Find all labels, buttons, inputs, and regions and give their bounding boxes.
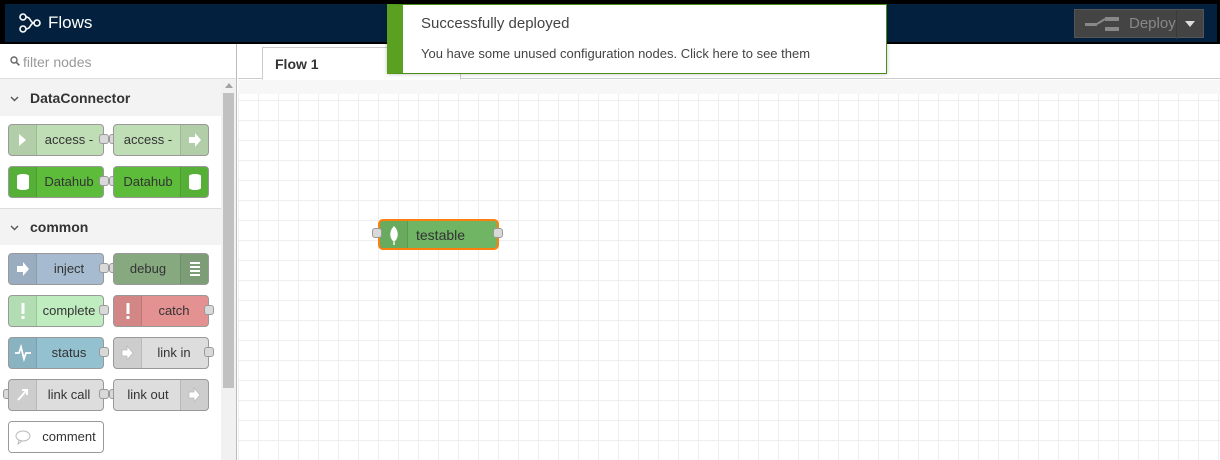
palette-node-access-out[interactable]: access - — [113, 124, 209, 156]
deploy-button[interactable]: Deploy — [1074, 9, 1204, 39]
palette-node-label: complete — [42, 303, 96, 318]
node-output-port — [99, 176, 109, 186]
palette-node-label: link out — [127, 387, 169, 402]
workspace: Flow 1 testable — [238, 44, 1220, 460]
exclamation-icon — [9, 296, 37, 326]
palette-node-catch[interactable]: catch — [113, 295, 209, 327]
palette-node-label: Datahub — [123, 174, 173, 189]
palette-node-link-call[interactable]: link call — [8, 379, 104, 411]
database-icon — [9, 167, 37, 197]
filter-nodes-input[interactable] — [23, 52, 223, 72]
palette-node-access-in[interactable]: access - — [8, 124, 104, 156]
palette-node-comment[interactable]: comment — [8, 421, 104, 453]
palette-node-label: inject — [53, 261, 85, 276]
link-call-icon — [9, 380, 37, 410]
node-output-port — [99, 389, 109, 399]
scrollbar-thumb[interactable] — [223, 93, 234, 388]
node-output-port — [204, 347, 214, 357]
palette-search — [0, 44, 236, 79]
flow-node-testable[interactable]: testable — [378, 219, 499, 250]
search-icon — [10, 56, 20, 66]
pulse-icon — [9, 338, 37, 368]
inject-arrow-icon — [9, 254, 37, 284]
node-output-port — [99, 263, 109, 273]
palette-node-label: debug — [129, 261, 167, 276]
deploy-label: Deploy — [1129, 15, 1176, 32]
flow-node-input-port[interactable] — [372, 228, 382, 238]
palette-node-label: access - — [123, 132, 173, 147]
app-title: Flows — [48, 13, 93, 32]
notification-title: Successfully deployed — [421, 15, 570, 32]
flows-logo-icon — [19, 13, 41, 33]
palette-node-debug[interactable]: debug — [113, 253, 209, 285]
notification-message-link[interactable]: You have some unused configuration nodes… — [421, 46, 810, 61]
palette-node-datahub-out[interactable]: Datahub — [113, 166, 209, 198]
palette-node-link-in[interactable]: link in — [113, 337, 209, 369]
node-output-port — [99, 305, 109, 315]
debug-list-icon — [180, 254, 208, 284]
palette-node-label: catch — [158, 303, 190, 318]
category-header-common[interactable]: common — [0, 209, 221, 245]
comment-icon — [9, 422, 37, 452]
palette-node-link-out[interactable]: link out — [113, 379, 209, 411]
chevron-down-icon — [10, 225, 19, 230]
arrow-in-icon — [9, 125, 37, 155]
node-output-port — [99, 347, 109, 357]
app-logo: Flows — [18, 13, 92, 33]
category-header-dataconnector[interactable]: DataConnector — [0, 80, 221, 116]
node-output-port — [204, 305, 214, 315]
palette-node-label: link call — [47, 387, 91, 402]
node-palette: DataConnector access - access - Datahub — [0, 44, 237, 460]
palette-category-list: DataConnector access - access - Datahub — [0, 80, 221, 460]
category-label: DataConnector — [30, 90, 131, 106]
palette-node-label: status — [51, 345, 87, 360]
deploy-icon — [1085, 16, 1119, 31]
scroll-up-arrow-icon[interactable] — [225, 83, 233, 88]
deploy-separator — [1176, 10, 1177, 39]
flow-node-label: testable — [416, 227, 466, 243]
deploy-menu-caret-icon[interactable] — [1185, 21, 1195, 27]
palette-scrollbar[interactable] — [221, 80, 236, 460]
link-out-icon — [180, 380, 208, 410]
node-output-port — [99, 134, 109, 144]
deploy-notification[interactable]: Successfully deployed You have some unus… — [387, 4, 887, 74]
palette-node-label: comment — [42, 429, 96, 444]
palette-node-complete[interactable]: complete — [8, 295, 104, 327]
link-in-icon — [114, 338, 142, 368]
exclamation-icon — [114, 296, 142, 326]
leaf-icon — [380, 221, 408, 248]
category-label: common — [30, 219, 89, 235]
palette-node-datahub-in[interactable]: Datahub — [8, 166, 104, 198]
palette-node-label: access - — [44, 132, 94, 147]
category-body-common: inject debug complete catch status link … — [0, 245, 221, 460]
palette-node-label: link in — [157, 345, 191, 360]
flow-canvas[interactable] — [238, 80, 1220, 460]
palette-node-status[interactable]: status — [8, 337, 104, 369]
chevron-down-icon — [10, 96, 19, 101]
palette-node-label: Datahub — [44, 174, 94, 189]
category-body-dataconnector: access - access - Datahub Datahub — [0, 116, 221, 209]
flow-node-output-port[interactable] — [493, 228, 503, 238]
palette-node-inject[interactable]: inject — [8, 253, 104, 285]
canvas-top-strip — [238, 80, 1220, 94]
database-icon — [180, 167, 208, 197]
arrow-out-icon — [180, 125, 208, 155]
